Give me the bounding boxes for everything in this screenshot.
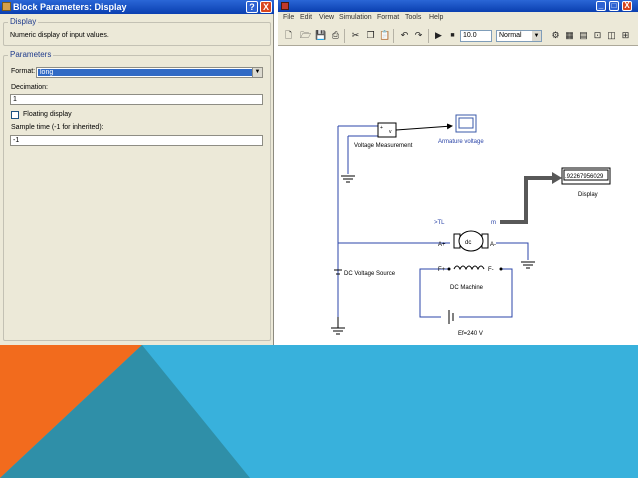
floating-display-label: Floating display bbox=[23, 111, 72, 118]
chevron-down-icon[interactable]: ▼ bbox=[532, 31, 541, 41]
menu-help[interactable]: Help bbox=[429, 14, 443, 21]
description-group: Display Numeric display of input values. bbox=[3, 17, 271, 46]
armature-voltage-label: Armature voltage bbox=[438, 139, 484, 145]
field-source-label: Ef=240 V bbox=[458, 331, 483, 337]
redo-icon[interactable]: ↷ bbox=[413, 30, 424, 41]
close-button[interactable]: X bbox=[260, 1, 272, 13]
f-minus-port-label: F- bbox=[488, 267, 494, 273]
description-group-title: Display bbox=[8, 17, 39, 26]
model-canvas[interactable]: DC Voltage Source + v Voltage Measuremen… bbox=[278, 46, 638, 345]
model-browser-icon[interactable]: ▤ bbox=[578, 30, 589, 41]
model-title-bar[interactable]: _ □ X bbox=[278, 0, 638, 12]
open-folder-icon[interactable]: 🗁 bbox=[300, 30, 311, 41]
dc-machine-label: DC Machine bbox=[450, 285, 484, 291]
dc-voltage-source-label: DC Voltage Source bbox=[344, 271, 396, 277]
simulation-mode-select[interactable]: Normal ▼ bbox=[496, 30, 542, 42]
stop-time-field[interactable]: 10.0 bbox=[460, 30, 492, 42]
armature-minus-wire bbox=[496, 242, 529, 260]
a-minus-port-label: A- bbox=[490, 242, 496, 248]
m-port-label: m bbox=[491, 220, 496, 226]
new-model-icon[interactable]: 🗋 bbox=[283, 30, 294, 41]
parameters-group-title: Parameters bbox=[8, 50, 54, 59]
dialog-title: Block Parameters: Display bbox=[13, 2, 127, 12]
block-icon bbox=[2, 2, 11, 11]
block-parameters-dialog: Block Parameters: Display ? X Display Nu… bbox=[0, 0, 274, 345]
a-plus-port-label: A+ bbox=[438, 242, 446, 248]
cut-icon[interactable]: ✂ bbox=[350, 30, 361, 41]
voltage-measurement-label: Voltage Measurement bbox=[354, 143, 413, 149]
format-selected-value: long bbox=[38, 69, 252, 76]
menu-view[interactable]: View bbox=[319, 14, 334, 21]
display-value: .92267956029 bbox=[565, 174, 604, 180]
dialog-title-bar[interactable]: Block Parameters: Display ? X bbox=[0, 0, 274, 14]
print-icon[interactable]: ⎙ bbox=[330, 30, 341, 41]
f-plus-port-label: F+ bbox=[438, 267, 446, 273]
simulation-mode-value: Normal bbox=[499, 32, 522, 39]
toolbar: 🗋 🗁 💾 ⎙ ✂ ❐ 📋 ↶ ↷ ▶ ■ 10.0 Normal ▼ ⚙ ▦ … bbox=[278, 26, 638, 46]
svg-text:dc: dc bbox=[465, 240, 471, 246]
sample-time-label: Sample time (-1 for inherited): bbox=[11, 124, 104, 131]
decimation-field[interactable]: 1 bbox=[10, 94, 263, 105]
svg-text:+: + bbox=[380, 125, 383, 131]
build-icon[interactable]: ⚙ bbox=[550, 30, 561, 41]
save-icon[interactable]: 💾 bbox=[315, 30, 326, 41]
menu-simulation[interactable]: Simulation bbox=[339, 14, 372, 21]
block-diagram: DC Voltage Source + v Voltage Measuremen… bbox=[331, 114, 611, 337]
maximize-button[interactable]: □ bbox=[609, 1, 619, 11]
block-description: Numeric display of input values. bbox=[10, 32, 109, 39]
minimize-button[interactable]: _ bbox=[596, 1, 606, 11]
tl-port-label: >TL bbox=[434, 220, 445, 226]
menu-format[interactable]: Format bbox=[377, 14, 399, 21]
help-button[interactable]: ? bbox=[246, 1, 258, 13]
model-explorer-icon[interactable]: ◫ bbox=[606, 30, 617, 41]
window-close-button[interactable]: X bbox=[622, 1, 632, 11]
diagnostics-icon[interactable]: ⊞ bbox=[620, 30, 631, 41]
format-select[interactable]: long ▼ bbox=[36, 67, 263, 78]
stop-simulation-icon[interactable]: ■ bbox=[447, 30, 458, 41]
menu-file[interactable]: File bbox=[283, 14, 294, 21]
undo-icon[interactable]: ↶ bbox=[399, 30, 410, 41]
debug-icon[interactable]: ⊡ bbox=[592, 30, 603, 41]
library-browser-icon[interactable]: ▦ bbox=[564, 30, 575, 41]
copy-icon[interactable]: ❐ bbox=[365, 30, 376, 41]
field-left-wire bbox=[419, 268, 448, 318]
menu-bar: File Edit View Simulation Format Tools H… bbox=[278, 12, 638, 26]
display-label: Display bbox=[578, 192, 598, 198]
start-simulation-icon[interactable]: ▶ bbox=[433, 30, 444, 41]
chevron-down-icon[interactable]: ▼ bbox=[252, 68, 262, 77]
parameters-group: Parameters Format: long ▼ Decimation: 1 … bbox=[3, 50, 271, 341]
floating-display-checkbox[interactable] bbox=[11, 111, 19, 119]
paste-icon[interactable]: 📋 bbox=[379, 30, 390, 41]
menu-edit[interactable]: Edit bbox=[300, 14, 312, 21]
format-label: Format: bbox=[11, 68, 36, 75]
decimation-label: Decimation: bbox=[11, 84, 48, 91]
menu-tools[interactable]: Tools bbox=[405, 14, 421, 21]
sample-time-field[interactable]: -1 bbox=[10, 135, 263, 146]
field-right-wire bbox=[459, 268, 513, 318]
slide-decoration bbox=[0, 345, 638, 478]
simulink-model-window: _ □ X File Edit View Simulation Format T… bbox=[278, 0, 638, 345]
simulink-icon bbox=[281, 2, 289, 10]
